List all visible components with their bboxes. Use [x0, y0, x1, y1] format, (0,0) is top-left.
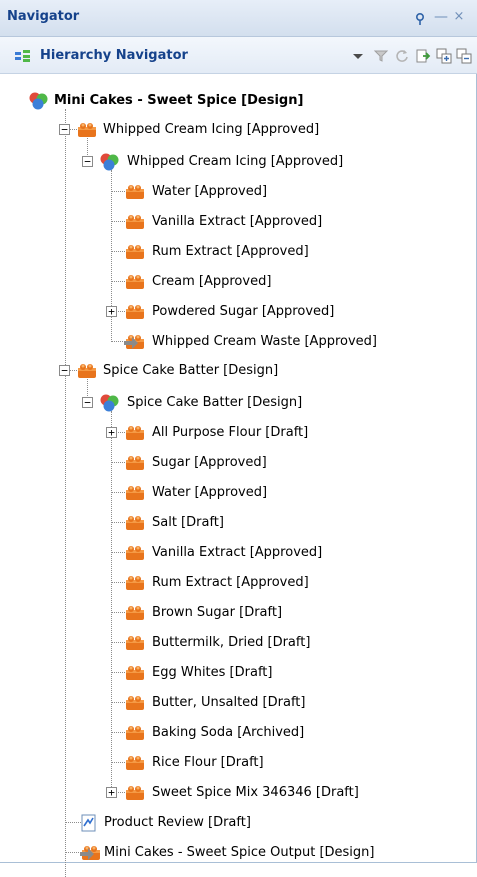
- expand-toggle[interactable]: +: [106, 787, 117, 798]
- ingredient-icon: [124, 272, 146, 290]
- tree-node[interactable]: Vanilla Extract [Approved]: [124, 542, 424, 564]
- ingredient-icon: [124, 603, 146, 621]
- tree-node[interactable]: Mini Cakes - Sweet Spice Output [Design]: [80, 842, 420, 864]
- tree-node-label: Sugar [Approved]: [152, 455, 267, 470]
- ingredient-icon: [124, 663, 146, 681]
- tree-node[interactable]: Spice Cake Batter [Design]: [76, 360, 396, 382]
- pin-icon[interactable]: [413, 12, 427, 26]
- tree-node-label: Vanilla Extract [Approved]: [152, 545, 323, 560]
- tree-node[interactable]: Whipped Cream Icing [Approved]: [99, 151, 399, 173]
- tree-node-label: Egg Whites [Draft]: [152, 665, 273, 680]
- toolbar-title: Hierarchy Navigator: [40, 48, 188, 63]
- output-icon: [80, 843, 102, 861]
- tree-node-label: Whipped Cream Waste [Approved]: [152, 334, 377, 349]
- refresh-icon[interactable]: [394, 48, 410, 64]
- tree-node-label: Vanilla Extract [Approved]: [152, 214, 323, 229]
- tree-node-label: Spice Cake Batter [Design]: [127, 395, 303, 410]
- expand-all-icon[interactable]: [436, 48, 452, 64]
- tree-node-label: Butter, Unsalted [Draft]: [152, 695, 306, 710]
- tree-node[interactable]: Water [Approved]: [124, 482, 424, 504]
- tree-node[interactable]: Product Review [Draft]: [80, 812, 400, 834]
- tree-node-label: Brown Sugar [Draft]: [152, 605, 283, 620]
- collapse-all-icon[interactable]: [456, 48, 472, 64]
- tree-node-label: Cream [Approved]: [152, 274, 272, 289]
- ingredient-icon: [124, 753, 146, 771]
- ingredient-icon: [76, 361, 98, 379]
- tree-node[interactable]: Whipped Cream Icing [Approved]: [76, 119, 396, 141]
- expand-toggle[interactable]: +: [106, 427, 117, 438]
- tree-node[interactable]: Sugar [Approved]: [124, 452, 424, 474]
- ingredient-icon: [124, 212, 146, 230]
- formula-icon: [28, 91, 50, 110]
- ingredient-icon: [124, 453, 146, 471]
- tree-node[interactable]: Whipped Cream Waste [Approved]: [124, 331, 424, 353]
- ingredient-icon: [124, 783, 146, 801]
- tree-node-label: Spice Cake Batter [Design]: [103, 363, 279, 378]
- tree-node[interactable]: Salt [Draft]: [124, 512, 424, 534]
- ingredient-icon: [124, 302, 146, 320]
- expand-toggle[interactable]: +: [106, 306, 117, 317]
- tree-node-label: All Purpose Flour [Draft]: [152, 425, 309, 440]
- panel-title: Navigator: [7, 9, 80, 24]
- waste-icon: [124, 332, 146, 350]
- tree-node-label: Rice Flour [Draft]: [152, 755, 264, 770]
- tree-node[interactable]: Baking Soda [Archived]: [124, 722, 424, 744]
- dropdown-icon[interactable]: [350, 48, 366, 64]
- collapse-toggle[interactable]: −: [59, 365, 70, 376]
- tree-node[interactable]: Spice Cake Batter [Design]: [99, 392, 399, 414]
- formula-icon: [99, 152, 121, 171]
- tree-node[interactable]: Butter, Unsalted [Draft]: [124, 692, 424, 714]
- ingredient-icon: [124, 573, 146, 591]
- collapse-toggle[interactable]: −: [82, 397, 93, 408]
- close-button[interactable]: ×: [452, 9, 466, 25]
- tree-node[interactable]: Rum Extract [Approved]: [124, 572, 424, 594]
- tree-node[interactable]: Brown Sugar [Draft]: [124, 602, 424, 624]
- tree-node-label: Whipped Cream Icing [Approved]: [127, 154, 344, 169]
- minimize-button[interactable]: —: [434, 9, 448, 25]
- tree-node-label: Water [Approved]: [152, 485, 268, 500]
- tree-node-label: Sweet Spice Mix 346346 [Draft]: [152, 785, 359, 800]
- ingredient-icon: [124, 483, 146, 501]
- tree-node-label: Powdered Sugar [Approved]: [152, 304, 335, 319]
- tree-node-label: Rum Extract [Approved]: [152, 244, 309, 259]
- tree-node-label: Mini Cakes - Sweet Spice [Design]: [54, 93, 304, 108]
- export-icon[interactable]: [415, 48, 431, 64]
- ingredient-icon: [124, 423, 146, 441]
- tree-node-label: Rum Extract [Approved]: [152, 575, 309, 590]
- collapse-toggle[interactable]: −: [82, 156, 93, 167]
- ingredient-icon: [124, 182, 146, 200]
- tree-node[interactable]: Rum Extract [Approved]: [124, 241, 424, 263]
- tree-node[interactable]: Egg Whites [Draft]: [124, 662, 424, 684]
- formula-icon: [99, 393, 121, 412]
- document-icon: [80, 814, 102, 832]
- tree-node[interactable]: Rice Flour [Draft]: [124, 752, 424, 774]
- ingredient-icon: [124, 513, 146, 531]
- ingredient-icon: [124, 633, 146, 651]
- ingredient-icon: [124, 723, 146, 741]
- tree-node-label: Water [Approved]: [152, 184, 268, 199]
- ingredient-icon: [124, 693, 146, 711]
- tree-node[interactable]: Buttermilk, Dried [Draft]: [124, 632, 424, 654]
- ingredient-icon: [124, 543, 146, 561]
- tree-node-label: Whipped Cream Icing [Approved]: [103, 122, 320, 137]
- filter-icon[interactable]: [373, 48, 389, 64]
- tree-node[interactable]: Water [Approved]: [124, 181, 424, 203]
- hierarchy-icon: [15, 49, 35, 63]
- ingredient-icon: [76, 120, 98, 138]
- tree-node-label: Mini Cakes - Sweet Spice Output [Design]: [104, 845, 375, 860]
- tree-node-label: Buttermilk, Dried [Draft]: [152, 635, 311, 650]
- tree-node[interactable]: Cream [Approved]: [124, 271, 424, 293]
- tree-node-label: Salt [Draft]: [152, 515, 224, 530]
- tree-node[interactable]: Vanilla Extract [Approved]: [124, 211, 424, 233]
- collapse-toggle[interactable]: −: [59, 124, 70, 135]
- tree-node-root[interactable]: Mini Cakes - Sweet Spice [Design]: [28, 90, 428, 112]
- tree-node-label: Baking Soda [Archived]: [152, 725, 305, 740]
- ingredient-icon: [124, 242, 146, 260]
- tree-node-label: Product Review [Draft]: [104, 815, 251, 830]
- tree-node[interactable]: All Purpose Flour [Draft]: [124, 422, 424, 444]
- tree-node[interactable]: Powdered Sugar [Approved]: [124, 301, 424, 323]
- tree-node[interactable]: Sweet Spice Mix 346346 [Draft]: [124, 782, 424, 804]
